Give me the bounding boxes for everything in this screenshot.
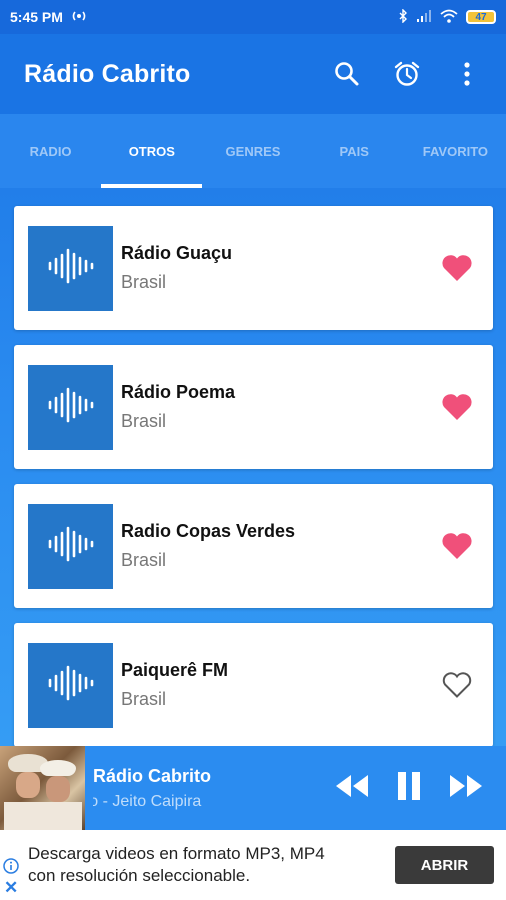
tab-bar: RADIO OTROS GENRES PAIS FAVORITO <box>0 114 506 188</box>
tab-otros[interactable]: OTROS <box>101 114 203 188</box>
station-card[interactable]: Rádio Poema Brasil <box>14 345 493 469</box>
heart-filled-icon[interactable] <box>437 248 477 288</box>
heart-filled-icon[interactable] <box>437 387 477 427</box>
soundwave-icon <box>46 524 96 569</box>
hotspot-icon <box>71 9 87 26</box>
station-name: Paiquerê FM <box>121 660 229 680</box>
station-card[interactable]: Radio Copas Verdes Brasil <box>14 484 493 608</box>
station-thumbnail <box>28 642 113 728</box>
soundwave-icon <box>46 663 96 708</box>
bluetooth-icon <box>398 7 408 26</box>
tab-favorito[interactable]: FAVORITO <box>405 114 506 188</box>
ad-banner[interactable]: ✕ Descarga videos en formato MP3, MP4 co… <box>0 830 506 900</box>
player-title: Rádio Cabrito <box>93 765 212 786</box>
station-name: Rádio Guaçu <box>121 243 233 263</box>
pause-icon[interactable] <box>396 771 422 806</box>
status-bar: 5:45 PM 47 <box>0 0 506 34</box>
mini-player[interactable]: Rádio Cabrito Geno - Jeito Caipira <box>0 746 506 830</box>
search-icon[interactable] <box>332 59 362 89</box>
station-list: Rádio Guaçu Brasil Rádio Poema Brasil Ra… <box>14 206 493 762</box>
station-country: Brasil <box>121 272 167 292</box>
station-name: Rádio Poema <box>121 382 236 402</box>
station-name: Radio Copas Verdes <box>121 521 296 541</box>
ad-open-button[interactable]: ABRIR <box>395 846 494 884</box>
fast-forward-icon[interactable] <box>448 773 484 804</box>
tab-pais[interactable]: PAIS <box>304 114 405 188</box>
station-country: Brasil <box>121 550 167 570</box>
signal-icon <box>416 9 432 26</box>
ad-text: Descarga videos en formato MP3, MP4 con … <box>28 844 325 885</box>
wifi-icon <box>440 9 458 26</box>
station-card[interactable]: Rádio Guaçu Brasil <box>14 206 493 330</box>
app-title: Rádio Cabrito <box>24 59 191 88</box>
info-icon[interactable] <box>3 858 19 879</box>
status-time: 5:45 PM <box>10 9 63 25</box>
more-options-icon[interactable] <box>452 59 482 89</box>
heart-filled-icon[interactable] <box>437 526 477 566</box>
station-thumbnail <box>28 225 113 311</box>
station-thumbnail <box>28 503 113 589</box>
player-track: Geno - Jeito Caipira <box>93 792 202 810</box>
station-country: Brasil <box>121 411 167 431</box>
album-cover <box>0 746 85 830</box>
soundwave-icon <box>46 246 96 291</box>
close-icon[interactable]: ✕ <box>4 878 18 898</box>
tab-genres[interactable]: GENRES <box>202 114 303 188</box>
station-card[interactable]: Paiquerê FM Brasil <box>14 623 493 747</box>
station-country: Brasil <box>121 689 167 709</box>
soundwave-icon <box>46 385 96 430</box>
station-thumbnail <box>28 364 113 450</box>
rewind-icon[interactable] <box>334 773 370 804</box>
heart-outline-icon[interactable] <box>437 665 477 705</box>
app-bar: Rádio Cabrito <box>0 34 506 114</box>
alarm-clock-icon[interactable] <box>392 59 422 89</box>
tab-radio[interactable]: RADIO <box>0 114 101 188</box>
battery-icon: 47 <box>466 10 496 24</box>
